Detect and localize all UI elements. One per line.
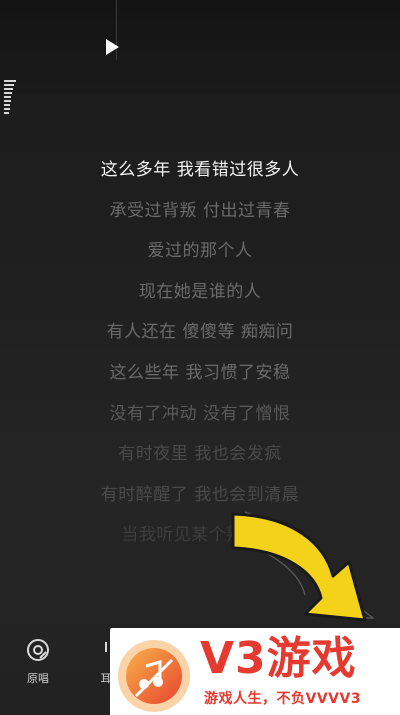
lyric-line: 没有了冲动 没有了憎恨: [109, 403, 291, 424]
album-cover-area: [0, 0, 400, 95]
lyric-line: 这么些年 我习惯了安稳: [109, 362, 291, 383]
play-icon[interactable]: [103, 38, 121, 56]
promo-banner[interactable]: V3游戏 游戏人生，不负VVVV3: [110, 628, 400, 715]
v3-logo-icon: [118, 640, 190, 712]
lyrics-list: 这么多年 我看错过很多人 承受过背叛 付出过青春 爱过的那个人 现在她是谁的人 …: [0, 150, 400, 556]
lyric-line: 有人还在 傻傻等 痴痴问: [106, 322, 294, 343]
original-vocal-button[interactable]: 原唱: [18, 638, 58, 686]
lyric-line: 有时夜里 我也会发疯: [118, 444, 282, 465]
lyric-line: 承受过背叛 付出过青春: [109, 200, 291, 221]
brand-name: V3游戏: [200, 633, 357, 684]
equalizer-icon[interactable]: [4, 80, 16, 116]
brand-slogan: 游戏人生，不负VVVV3: [204, 691, 362, 707]
lyric-line: 爱过的那个人: [147, 241, 253, 262]
lyric-line-current: 这么多年 我看错过很多人: [100, 160, 300, 180]
original-vocal-label: 原唱: [27, 672, 49, 685]
yellow-arrow: [231, 511, 375, 622]
original-vocal-icon: [27, 639, 49, 661]
lyric-line: 现在她是谁的人: [138, 281, 262, 302]
